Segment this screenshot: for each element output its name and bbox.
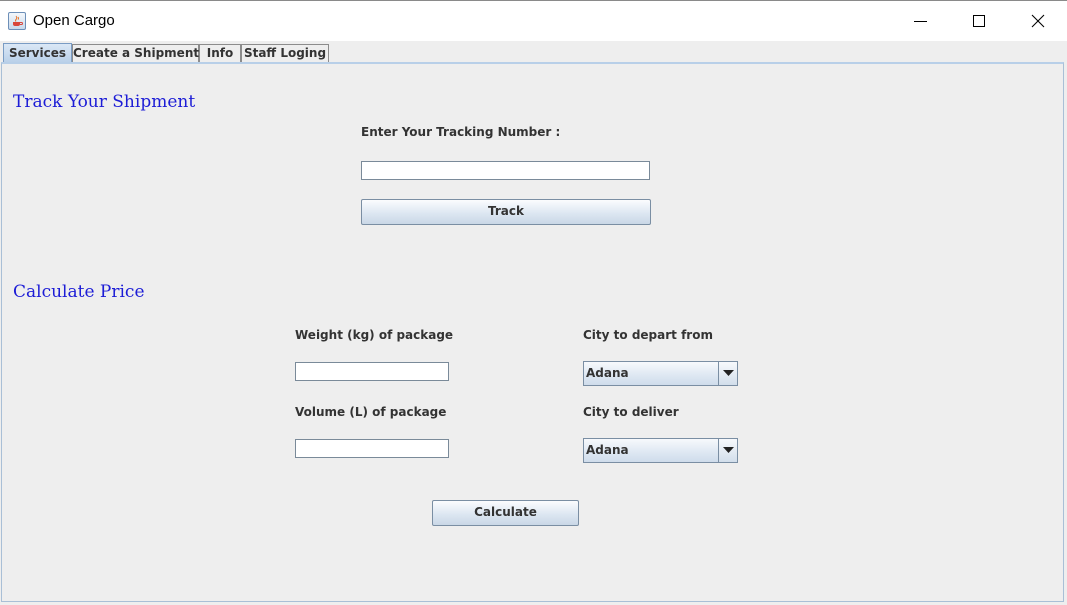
volume-label: Volume (L) of package	[295, 405, 447, 419]
tab-info[interactable]: Info	[199, 44, 241, 62]
tracking-number-label: Enter Your Tracking Number :	[361, 125, 561, 139]
triangle-down-icon	[723, 370, 734, 376]
close-icon	[1031, 14, 1045, 28]
track-section-title: Track Your Shipment	[13, 92, 196, 112]
deliver-city-label: City to deliver	[583, 405, 679, 419]
deliver-city-select[interactable]: Adana	[583, 438, 738, 463]
depart-city-label: City to depart from	[583, 328, 713, 342]
weight-input[interactable]	[295, 362, 449, 381]
close-button[interactable]	[1009, 1, 1067, 41]
deliver-city-value: Adana	[586, 443, 629, 457]
tab-services[interactable]: Services	[3, 43, 72, 63]
depart-city-value: Adana	[586, 366, 629, 380]
app-window: Open Cargo Services Create a Shipment In…	[0, 0, 1067, 605]
tracking-number-input[interactable]	[361, 161, 650, 180]
window-title: Open Cargo	[33, 12, 115, 29]
services-panel: Track Your Shipment Enter Your Tracking …	[1, 62, 1064, 602]
title-bar: Open Cargo	[0, 1, 1067, 41]
depart-city-select[interactable]: Adana	[583, 361, 738, 386]
minimize-icon	[914, 21, 927, 22]
minimize-button[interactable]	[892, 1, 950, 41]
track-button[interactable]: Track	[361, 199, 651, 225]
tab-create-shipment[interactable]: Create a Shipment	[72, 44, 199, 62]
maximize-button[interactable]	[950, 1, 1008, 41]
calculate-button[interactable]: Calculate	[432, 500, 579, 526]
deliver-city-dropdown-button[interactable]	[718, 439, 737, 462]
java-cup-icon	[8, 12, 26, 30]
triangle-down-icon	[723, 447, 734, 453]
maximize-icon	[973, 15, 985, 27]
tab-staff-loging[interactable]: Staff Loging	[241, 44, 329, 62]
volume-input[interactable]	[295, 439, 449, 458]
weight-label: Weight (kg) of package	[295, 328, 454, 342]
depart-city-dropdown-button[interactable]	[718, 362, 737, 385]
tab-strip: Services Create a Shipment Info Staff Lo…	[0, 41, 1067, 63]
calculate-price-title: Calculate Price	[13, 282, 145, 302]
